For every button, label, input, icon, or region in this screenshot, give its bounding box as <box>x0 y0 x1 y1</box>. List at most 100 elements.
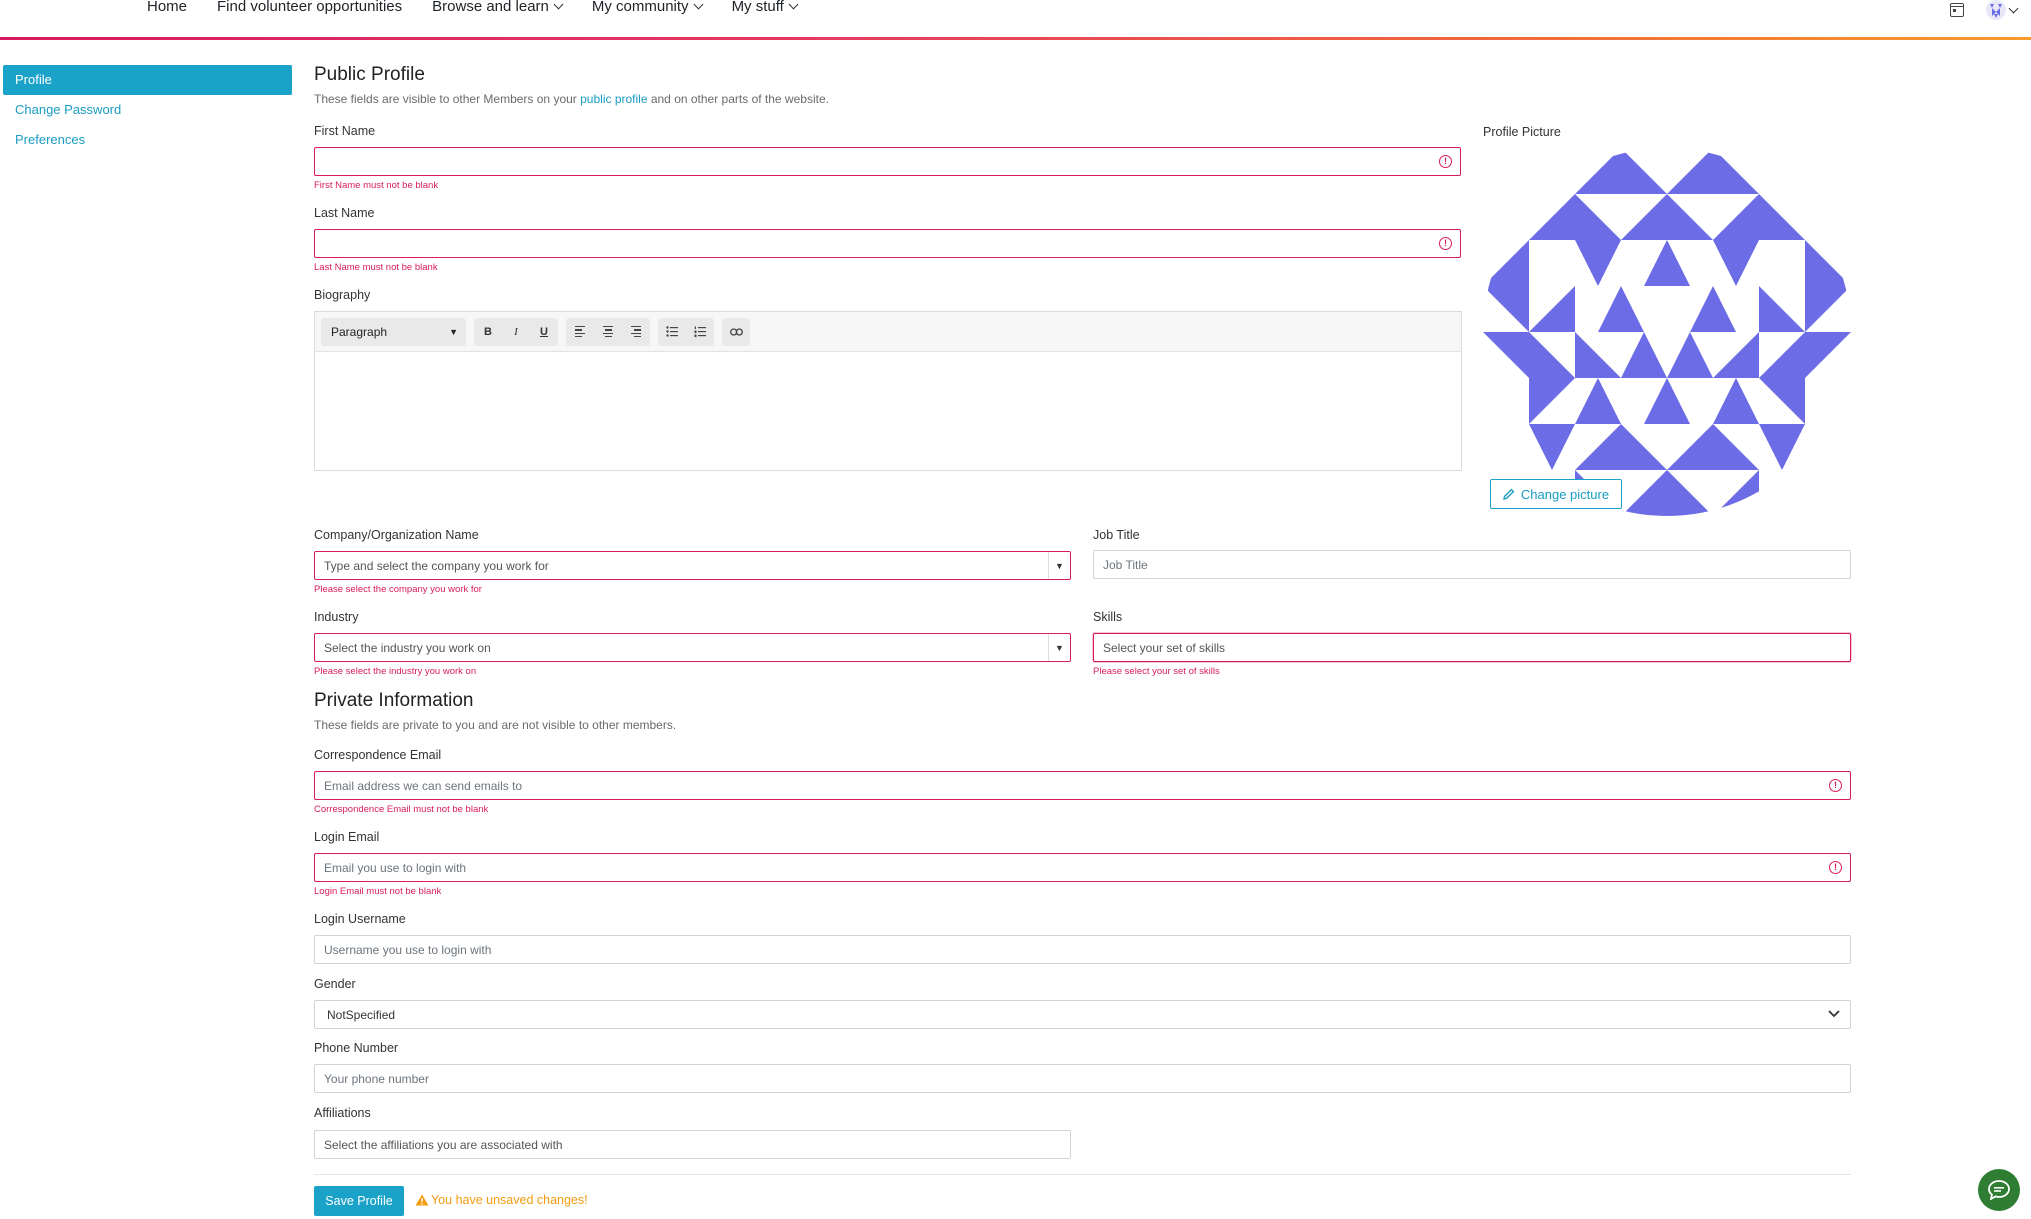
nav-home-label: Home <box>147 0 188 15</box>
gender-label: Gender <box>314 977 356 991</box>
change-picture-button[interactable]: Change picture <box>1490 479 1622 509</box>
caret-down-icon: ▼ <box>1048 634 1070 661</box>
underline-button[interactable]: U <box>530 318 558 346</box>
nav-my-stuff[interactable]: My stuff <box>731 0 799 15</box>
correspondence-email-field[interactable]: Email address we can send emails to! <box>314 771 1851 800</box>
first-name-error: First Name must not be blank <box>314 180 439 191</box>
last-name-error: Last Name must not be blank <box>314 262 438 273</box>
bold-button[interactable]: B <box>474 318 502 346</box>
skills-select[interactable]: Select your set of skills <box>1093 633 1851 662</box>
job-title-field[interactable]: Job Title <box>1093 550 1851 579</box>
industry-error: Please select the industry you work on <box>314 666 477 677</box>
error-icon: ! <box>1829 779 1842 792</box>
first-name-field[interactable]: ! <box>314 147 1461 176</box>
align-right-button[interactable] <box>622 318 650 346</box>
sidebar-item-preferences[interactable]: Preferences <box>3 125 292 155</box>
phone-label: Phone Number <box>314 1041 399 1055</box>
pencil-icon <box>1502 488 1515 500</box>
login-username-placeholder: Username you use to login with <box>324 942 492 957</box>
chevron-down-icon <box>693 0 704 10</box>
login-username-field[interactable]: Username you use to login with <box>314 935 1851 964</box>
skills-placeholder: Select your set of skills <box>1103 640 1226 655</box>
save-profile-button[interactable]: Save Profile <box>314 1186 404 1216</box>
nav-browse-learn-label: Browse and learn <box>432 0 549 15</box>
italic-button[interactable]: I <box>502 318 530 346</box>
user-menu[interactable] <box>1986 0 2019 20</box>
affiliations-group: Select the affiliations you are associat… <box>314 1130 1071 1159</box>
gender-select[interactable]: NotSpecified <box>314 1000 1851 1029</box>
nav-home[interactable]: Home <box>147 0 187 15</box>
chevron-down-icon <box>2008 3 2019 13</box>
company-placeholder: Type and select the company you work for <box>324 558 549 573</box>
nav-find-volunteer-label: Find volunteer opportunities <box>217 0 403 15</box>
login-email-group: Email you use to login with! Login Email… <box>314 853 1851 897</box>
unsaved-warning: You have unsaved changes! <box>415 1193 588 1207</box>
affiliations-select[interactable]: Select the affiliations you are associat… <box>314 1130 1071 1159</box>
company-group: Type and select the company you work for… <box>314 551 1071 595</box>
phone-group: Your phone number <box>314 1064 1851 1093</box>
page-title: Public Profile <box>314 64 425 85</box>
format-select[interactable]: Paragraph ▼ <box>321 317 466 346</box>
error-icon: ! <box>1829 861 1842 874</box>
skills-error: Please select your set of skills <box>1093 666 1220 677</box>
caret-down-icon: ▼ <box>1048 552 1070 579</box>
industry-select[interactable]: Select the industry you work on ▼ <box>314 633 1071 662</box>
industry-group: Select the industry you work on ▼ Please … <box>314 633 1071 677</box>
editor-toolbar: Paragraph ▼ B I U <box>315 312 1461 352</box>
align-group <box>566 317 650 346</box>
biography-label: Biography <box>314 288 371 302</box>
public-profile-subtitle: These fields are visible to other Member… <box>314 92 829 106</box>
bullet-list-icon <box>666 326 678 337</box>
biography-textarea[interactable] <box>315 352 1461 470</box>
company-error: Please select the company you work for <box>314 584 482 595</box>
phone-placeholder: Your phone number <box>324 1071 429 1086</box>
insert-link-button[interactable] <box>722 318 750 346</box>
private-info-subtitle: These fields are private to you and are … <box>314 718 677 732</box>
phone-field[interactable]: Your phone number <box>314 1064 1851 1093</box>
align-center-button[interactable] <box>594 318 622 346</box>
link-icon <box>729 327 743 336</box>
nav-browse-learn[interactable]: Browse and learn <box>432 0 564 15</box>
public-profile-section: Public Profile These fields are visible … <box>314 64 829 106</box>
login-email-field[interactable]: Email you use to login with! <box>314 853 1851 882</box>
numbered-list-button[interactable] <box>686 318 714 346</box>
error-icon: ! <box>1439 237 1452 250</box>
job-title-group: Job Title <box>1093 550 1851 579</box>
bullet-list-button[interactable] <box>658 318 686 346</box>
chevron-down-icon <box>788 0 799 10</box>
settings-sidebar: Profile Change Password Preferences <box>3 65 292 155</box>
numbered-list-icon <box>694 326 706 337</box>
company-label: Company/Organization Name <box>314 528 479 542</box>
login-email-label: Login Email <box>314 830 380 844</box>
company-select[interactable]: Type and select the company you work for… <box>314 551 1071 580</box>
align-center-icon <box>603 326 613 337</box>
profile-picture-label: Profile Picture <box>1483 125 1561 139</box>
sidebar-item-profile[interactable]: Profile <box>3 65 292 95</box>
nav-accent-line <box>0 37 2031 40</box>
gender-group: NotSpecified <box>314 1000 1851 1029</box>
chat-button[interactable] <box>1978 1169 2020 1211</box>
profile-picture <box>1483 148 1851 516</box>
last-name-field[interactable]: ! <box>314 229 1461 258</box>
biography-editor: Paragraph ▼ B I U <box>314 311 1462 471</box>
gender-value: NotSpecified <box>327 1007 396 1022</box>
nav-my-community[interactable]: My community <box>591 0 704 15</box>
sidebar-item-change-password[interactable]: Change Password <box>3 95 292 125</box>
nav-find-volunteer[interactable]: Find volunteer opportunities <box>217 0 402 15</box>
private-info-section: Private Information These fields are pri… <box>314 690 676 732</box>
public-profile-link[interactable]: public profile <box>580 92 647 106</box>
format-select-value: Paragraph <box>331 324 388 339</box>
nav-my-stuff-label: My stuff <box>731 0 784 15</box>
link-group <box>722 317 750 346</box>
job-title-label: Job Title <box>1093 528 1140 542</box>
calendar-icon[interactable] <box>1950 3 1964 17</box>
last-name-label: Last Name <box>314 206 375 220</box>
chevron-down-icon <box>553 0 564 10</box>
login-email-error: Login Email must not be blank <box>314 886 442 897</box>
align-right-icon <box>631 326 641 337</box>
industry-placeholder: Select the industry you work on <box>324 640 491 655</box>
nav-my-community-label: My community <box>591 0 689 15</box>
main-nav: Home Find volunteer opportunities Browse… <box>147 0 827 15</box>
form-divider <box>314 1174 1851 1175</box>
align-left-button[interactable] <box>566 318 594 346</box>
